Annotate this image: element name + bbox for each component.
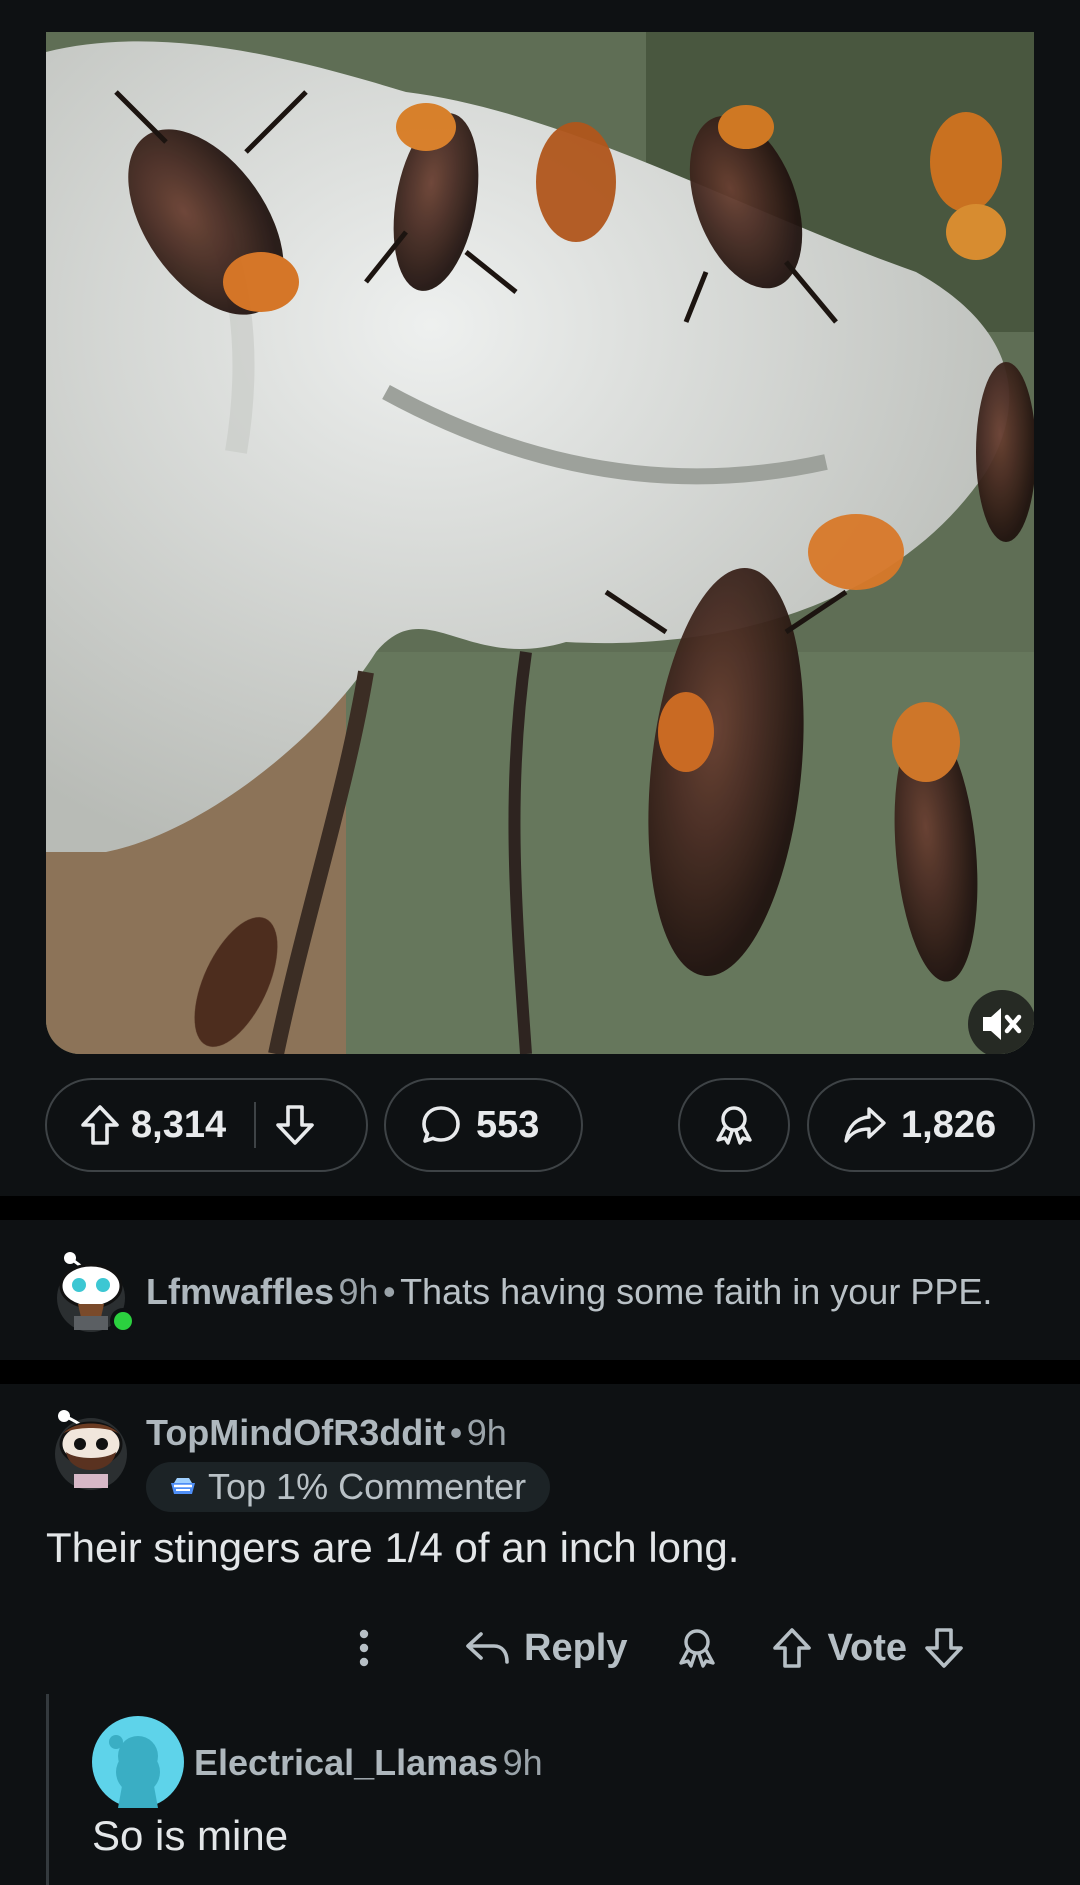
comment-username[interactable]: Lfmwaffles: [146, 1271, 334, 1312]
meta-separator: •: [383, 1271, 396, 1312]
comment-time: 9h: [338, 1271, 379, 1312]
video-frame-hornets: [46, 32, 1034, 1054]
comment-time: 9h: [502, 1742, 543, 1783]
comment-username[interactable]: TopMindOfR3ddit: [146, 1412, 445, 1453]
upvote-button[interactable]: [79, 1103, 121, 1147]
award-icon: [679, 1629, 716, 1668]
arrow-up-icon: [773, 1628, 812, 1668]
arrow-up-icon: [81, 1105, 119, 1145]
downvote-button[interactable]: [274, 1103, 316, 1147]
reply-button[interactable]: Reply: [464, 1627, 627, 1670]
online-status-dot: [114, 1312, 132, 1330]
flair-label: Top 1% Commenter: [208, 1466, 527, 1507]
section-divider: [0, 1196, 1080, 1220]
more-vertical-icon: [359, 1629, 369, 1667]
comment-body: Their stingers are 1/4 of an inch long.: [46, 1524, 740, 1571]
comment-text: Thats having some faith in your PPE.: [400, 1271, 993, 1312]
reply-label: Reply: [524, 1626, 628, 1669]
comment-line: Lfmwaffles 9h • Thats having some faith …: [146, 1271, 992, 1313]
upvote-button[interactable]: [771, 1626, 813, 1670]
vote-label: Vote: [827, 1626, 908, 1669]
vote-divider: [254, 1102, 257, 1148]
more-options-button[interactable]: [356, 1626, 372, 1670]
share-arrow-icon: [844, 1107, 886, 1143]
downvote-button[interactable]: [923, 1626, 965, 1670]
top-commenter-icon: [171, 1478, 195, 1494]
comments-button[interactable]: 553: [384, 1078, 583, 1172]
comment-actions: Reply Vote: [356, 1620, 965, 1676]
speech-bubble-wrap: [420, 1104, 462, 1146]
share-button[interactable]: 1,826: [807, 1078, 1035, 1172]
share-count: 1,826: [901, 1103, 997, 1146]
user-flair: Top 1% Commenter: [146, 1462, 551, 1512]
award-icon: [716, 1106, 752, 1145]
arrow-down-icon: [925, 1628, 963, 1668]
comment-username[interactable]: Electrical_Llamas: [194, 1742, 498, 1783]
comment-time: 9h: [466, 1412, 507, 1453]
award-button[interactable]: [678, 1078, 790, 1172]
snoo-avatar-icon: [55, 1410, 127, 1490]
comment-body: So is mine: [92, 1812, 289, 1859]
thread-line: [46, 1694, 49, 1885]
reply-arrow-icon: [466, 1632, 509, 1664]
arrow-down-icon: [276, 1105, 314, 1145]
section-divider: [0, 1360, 1080, 1384]
award-button[interactable]: [675, 1626, 719, 1670]
share-icon-wrap: [843, 1105, 887, 1145]
meta-separator: •: [449, 1412, 463, 1453]
vote-count: 8,314: [131, 1103, 227, 1146]
speech-bubble-icon: [422, 1106, 460, 1143]
reply-header: Electrical_Llamas 9h: [194, 1742, 543, 1784]
avatar[interactable]: [48, 1406, 134, 1492]
post-video[interactable]: [46, 32, 1034, 1054]
snoo-avatar-icon: [92, 1716, 184, 1808]
vote-bar: 8,314: [45, 1078, 368, 1172]
speaker-muted-icon: [983, 1008, 1022, 1040]
comment-header: TopMindOfR3ddit • 9h: [146, 1412, 507, 1454]
avatar[interactable]: [48, 1248, 136, 1334]
mute-button[interactable]: [968, 990, 1034, 1054]
comment-count: 553: [476, 1103, 540, 1146]
avatar[interactable]: [92, 1716, 184, 1808]
